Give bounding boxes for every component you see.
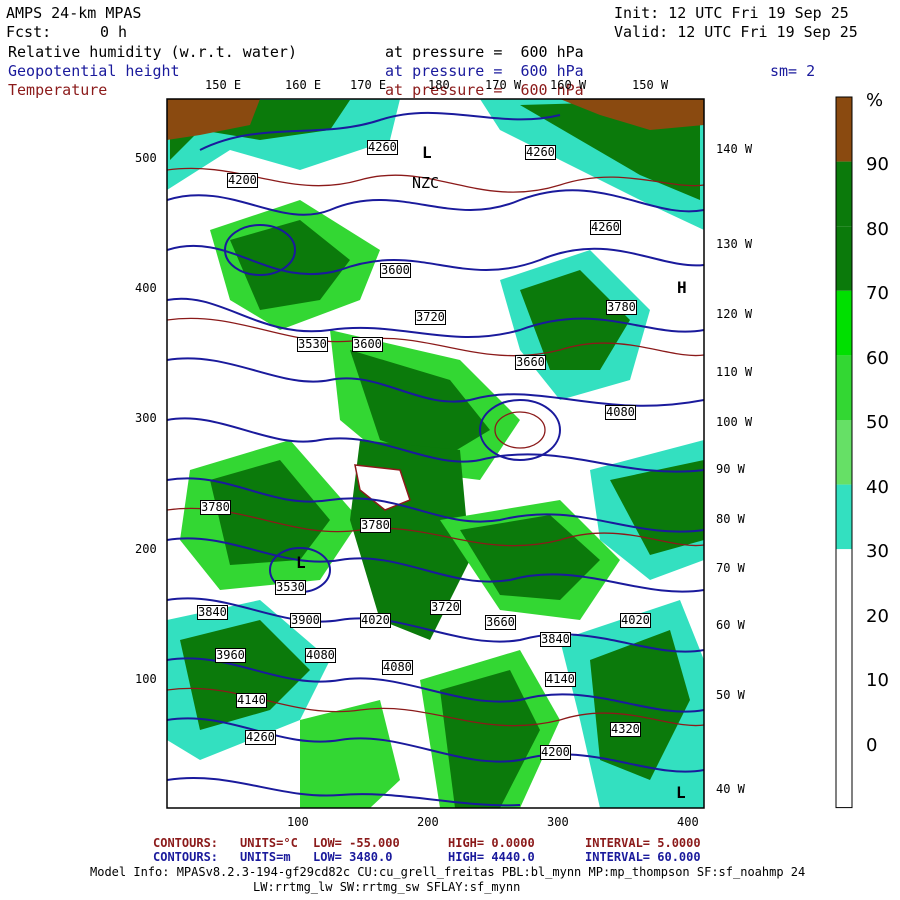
colorbar-label: 50 — [866, 412, 889, 433]
lon-label: 150 W — [632, 78, 669, 92]
colorbar-unit: % — [866, 90, 884, 111]
lon-label: 160 W — [550, 78, 587, 92]
low-marker: L — [296, 553, 306, 572]
height-label: 4020 — [620, 613, 651, 628]
low-marker: L — [676, 783, 686, 802]
height-label: 4260 — [590, 220, 621, 235]
height-label: 3780 — [200, 500, 231, 515]
height-label: 3720 — [430, 600, 461, 615]
colorbar-segment — [836, 290, 852, 356]
colorbar-segment — [836, 743, 852, 808]
colorbar-segment — [836, 161, 852, 227]
lon-label: 110 W — [716, 365, 753, 379]
height-label: 4200 — [227, 173, 258, 188]
lon-label: 170 W — [485, 78, 522, 92]
height-label: 4260 — [245, 730, 276, 745]
x-tick-label: 300 — [547, 815, 569, 829]
height-label: 3660 — [485, 615, 516, 630]
colorbar-label: 40 — [866, 477, 889, 498]
lon-label: 40 W — [716, 782, 745, 796]
temp-contour-label: CONTOURS: — [153, 836, 219, 850]
lon-label: 170 E — [350, 78, 387, 92]
colorbar — [835, 96, 853, 809]
height-label: 4140 — [545, 672, 576, 687]
x-tick-label: 200 — [417, 815, 439, 829]
height-label: 4140 — [236, 693, 267, 708]
height-contour-high: HIGH= 4440.0 — [448, 850, 535, 864]
height-contour-interval: INTERVAL= 60.000 — [585, 850, 701, 864]
height-label: 3840 — [197, 605, 228, 620]
colorbar-label: 60 — [866, 348, 889, 369]
colorbar-label: 20 — [866, 606, 889, 627]
lon-label: 60 W — [716, 618, 745, 632]
x-tick-label: 400 — [677, 815, 699, 829]
y-tick-label: 100 — [135, 672, 157, 686]
colorbar-segment — [836, 484, 852, 550]
height-label: 3780 — [606, 300, 637, 315]
height-label: 3900 — [290, 613, 321, 628]
colorbar-segment — [836, 355, 852, 420]
low-marker: L — [422, 143, 432, 162]
station-label: NZC — [412, 174, 440, 192]
height-label: 4080 — [305, 648, 336, 663]
height-label: 3530 — [275, 580, 306, 595]
lon-label: 120 W — [716, 307, 753, 321]
height-label: 3660 — [515, 355, 546, 370]
height-label: 3530 — [297, 337, 328, 352]
colorbar-segment — [836, 678, 852, 743]
y-tick-label: 200 — [135, 542, 157, 556]
x-tick-label: 100 — [287, 815, 309, 829]
colorbar-segment — [836, 549, 852, 614]
colorbar-segment — [836, 420, 852, 485]
lon-label: 180 — [428, 78, 450, 92]
colorbar-label: 70 — [866, 283, 889, 304]
height-label: 3840 — [540, 632, 571, 647]
temp-contour-low: LOW= -55.000 — [313, 836, 400, 850]
height-label: 4200 — [540, 745, 571, 760]
lon-label: 150 E — [205, 78, 242, 92]
colorbar-label: 0 — [866, 735, 878, 756]
height-label: 4320 — [610, 722, 641, 737]
colorbar-segment — [836, 97, 852, 162]
colorbar-segment — [836, 613, 852, 679]
height-label: 3600 — [380, 263, 411, 278]
height-label: 3600 — [352, 337, 383, 352]
lon-label: 70 W — [716, 561, 745, 575]
height-label: 4260 — [367, 140, 398, 155]
height-contour-units: UNITS=m — [240, 850, 291, 864]
colorbar-label: 90 — [866, 154, 889, 175]
high-marker: H — [677, 278, 687, 297]
colorbar-label: 10 — [866, 670, 889, 691]
lon-label: 130 W — [716, 237, 753, 251]
temp-contour-units: UNITS=°C — [240, 836, 298, 850]
lon-label: 50 W — [716, 688, 745, 702]
temp-contour-high: HIGH= 0.0000 — [448, 836, 535, 850]
height-label: 4020 — [360, 613, 391, 628]
y-tick-label: 400 — [135, 281, 157, 295]
lon-label: 100 W — [716, 415, 753, 429]
lon-label: 90 W — [716, 462, 745, 476]
colorbar-label: 80 — [866, 219, 889, 240]
y-tick-label: 300 — [135, 411, 157, 425]
model-info: Model Info: MPASv8.2.3-194-gf29cd82c CU:… — [90, 865, 806, 879]
lon-label: 140 W — [716, 142, 753, 156]
height-label: 4080 — [605, 405, 636, 420]
lon-label: 80 W — [716, 512, 745, 526]
height-label: 3960 — [215, 648, 246, 663]
colorbar-segment — [836, 226, 852, 291]
height-label: 4260 — [525, 145, 556, 160]
y-tick-label: 500 — [135, 151, 157, 165]
temp-contour-interval: INTERVAL= 5.0000 — [585, 836, 701, 850]
height-contour-low: LOW= 3480.0 — [313, 850, 393, 864]
map-plot — [166, 96, 853, 809]
model-info-2: LW:rrtmg_lw SW:rrtmg_sw SFLAY:sf_mynn — [253, 880, 521, 894]
height-contour-label: CONTOURS: — [153, 850, 219, 864]
colorbar-label: 30 — [866, 541, 889, 562]
height-label: 4080 — [382, 660, 413, 675]
lon-label: 160 E — [285, 78, 322, 92]
height-label: 3720 — [415, 310, 446, 325]
height-label: 3780 — [360, 518, 391, 533]
